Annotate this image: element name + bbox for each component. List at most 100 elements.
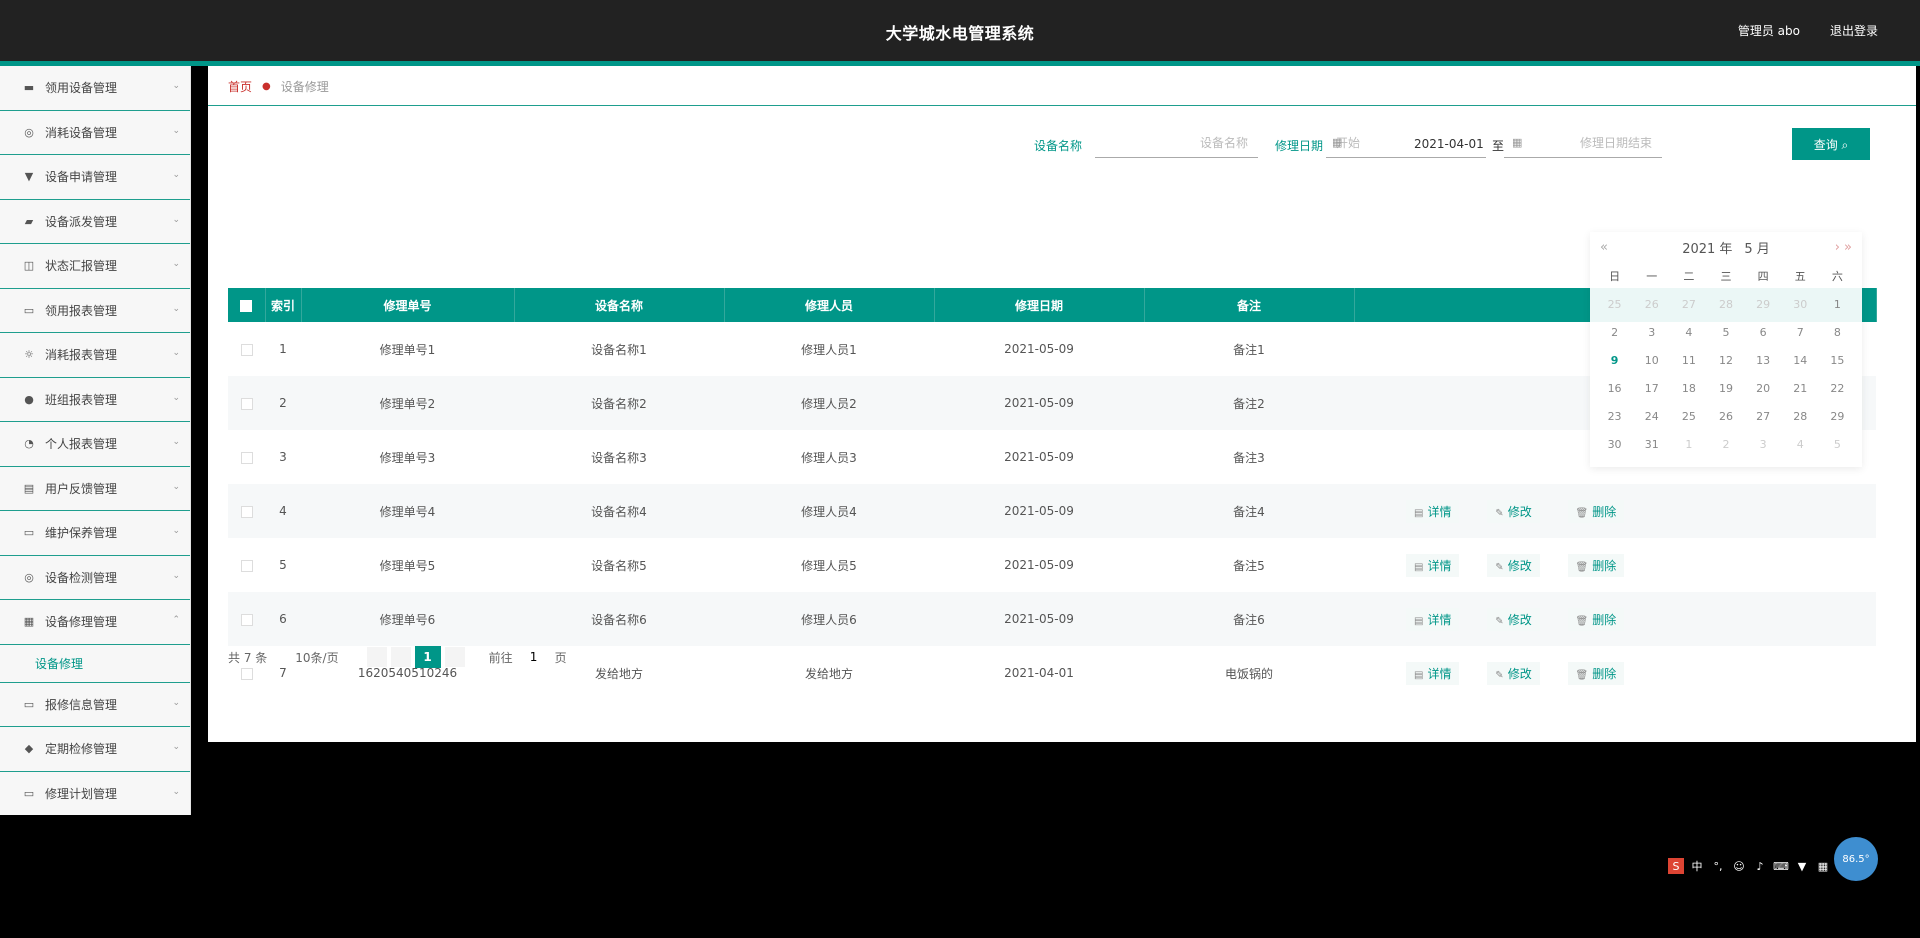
date-cell[interactable]: 19 xyxy=(1707,374,1744,402)
row-checkbox-cell[interactable] xyxy=(228,592,265,646)
date-cell[interactable]: 21 xyxy=(1782,374,1819,402)
date-cell[interactable]: 20 xyxy=(1745,374,1782,402)
date-cell[interactable]: 26 xyxy=(1633,290,1670,318)
date-cell[interactable]: 29 xyxy=(1819,402,1856,430)
date-cell[interactable]: 15 xyxy=(1819,346,1856,374)
row-checkbox-cell[interactable] xyxy=(228,376,265,430)
date-cell[interactable]: 25 xyxy=(1596,290,1633,318)
keyboard-icon[interactable]: ⌨ xyxy=(1773,858,1789,874)
date-cell[interactable]: 12 xyxy=(1707,346,1744,374)
grid-icon[interactable]: ▦ xyxy=(1815,858,1831,874)
row-checkbox[interactable] xyxy=(240,451,253,464)
prev-page-button[interactable] xyxy=(366,647,387,667)
sidebar-item[interactable]: ☼ 消耗报表管理 ⌄ xyxy=(0,333,190,378)
breadcrumb-home[interactable]: 首页 xyxy=(228,78,252,95)
date-cell[interactable]: 13 xyxy=(1745,346,1782,374)
date-cell[interactable]: 14 xyxy=(1782,346,1819,374)
row-checkbox[interactable] xyxy=(240,343,253,356)
date-cell[interactable]: 29 xyxy=(1745,290,1782,318)
page-1-button[interactable]: 1 xyxy=(414,646,441,668)
sidebar-item[interactable]: ▭ 维护保养管理 ⌄ xyxy=(0,511,190,556)
row-checkbox[interactable] xyxy=(240,397,253,410)
sidebar-item[interactable]: ▰ 设备派发管理 ⌄ xyxy=(0,200,190,244)
date-cell[interactable]: 24 xyxy=(1633,402,1670,430)
month-label[interactable]: 5 月 xyxy=(1744,238,1769,257)
edit-button[interactable]: ✎ 修改 xyxy=(1487,499,1540,523)
detail-button[interactable]: ▤ 详情 xyxy=(1406,499,1460,523)
date-cell[interactable]: 22 xyxy=(1819,374,1856,402)
date-cell[interactable]: 26 xyxy=(1707,402,1744,430)
goto-page-input[interactable] xyxy=(518,647,549,667)
row-checkbox[interactable] xyxy=(240,505,253,518)
sidebar-item[interactable]: ▭ 修理计划管理 ⌄ xyxy=(0,772,190,816)
mic-icon[interactable]: ♪ xyxy=(1752,858,1768,874)
date-cell[interactable]: 28 xyxy=(1782,402,1819,430)
date-cell[interactable]: 31 xyxy=(1633,430,1670,458)
edit-button[interactable]: ✎ 修改 xyxy=(1487,661,1540,685)
device-name-input[interactable] xyxy=(1095,128,1258,158)
date-cell[interactable]: 1 xyxy=(1819,290,1856,318)
detail-button[interactable]: ▤ 详情 xyxy=(1406,607,1460,631)
year-label[interactable]: 2021 年 xyxy=(1682,238,1732,257)
delete-button[interactable]: 🗑 删除 xyxy=(1567,499,1625,523)
ime-chinese-icon[interactable]: 中 xyxy=(1689,858,1705,874)
sidebar-item[interactable]: ▬ 领用设备管理 ⌄ xyxy=(0,66,190,111)
edit-button[interactable]: ✎ 修改 xyxy=(1487,553,1540,577)
select-all-cell[interactable] xyxy=(228,288,266,322)
ime-logo-icon[interactable]: S xyxy=(1668,858,1684,874)
row-checkbox-cell[interactable] xyxy=(228,322,265,376)
sidebar-item[interactable]: ◆ 定期检修管理 ⌄ xyxy=(0,727,190,772)
query-button[interactable]: 查询 ⌕ xyxy=(1792,128,1870,160)
row-checkbox[interactable] xyxy=(240,613,253,626)
delete-button[interactable]: 🗑 删除 xyxy=(1567,607,1625,631)
page-size-select[interactable]: 10条/页 xyxy=(295,649,338,666)
date-cell[interactable]: 16 xyxy=(1596,374,1633,402)
date-cell[interactable]: 23 xyxy=(1596,402,1633,430)
edit-button[interactable]: ✎ 修改 xyxy=(1487,607,1540,631)
punctuation-icon[interactable]: °, xyxy=(1710,858,1726,874)
date-cell[interactable]: 8 xyxy=(1819,318,1856,346)
logout-link[interactable]: 退出登录 xyxy=(1830,22,1878,39)
date-cell[interactable]: 2 xyxy=(1707,430,1744,458)
date-cell[interactable]: 4 xyxy=(1670,318,1707,346)
date-cell[interactable]: 5 xyxy=(1819,430,1856,458)
row-checkbox[interactable] xyxy=(240,667,253,680)
date-cell[interactable]: 27 xyxy=(1670,290,1707,318)
date-cell[interactable]: 11 xyxy=(1670,346,1707,374)
date-cell[interactable]: 30 xyxy=(1782,290,1819,318)
prev-year-button[interactable]: « xyxy=(1600,240,1608,255)
sidebar-item[interactable]: ◫ 状态汇报管理 ⌄ xyxy=(0,244,190,289)
date-cell[interactable]: 6 xyxy=(1745,318,1782,346)
row-checkbox-cell[interactable] xyxy=(228,538,265,592)
sidebar-item[interactable]: ▤ 用户反馈管理 ⌄ xyxy=(0,467,190,511)
next-page-button[interactable] xyxy=(444,647,465,667)
submenu-item-equipment-repair[interactable]: 设备修理 xyxy=(0,645,190,683)
sidebar-item[interactable]: ◎ 设备检测管理 ⌄ xyxy=(0,556,190,600)
date-cell[interactable]: 3 xyxy=(1745,430,1782,458)
date-cell[interactable]: 4 xyxy=(1782,430,1819,458)
row-checkbox-cell[interactable] xyxy=(228,484,265,538)
sidebar-item[interactable]: ◔ 个人报表管理 ⌄ xyxy=(0,422,190,467)
date-cell[interactable]: 1 xyxy=(1670,430,1707,458)
delete-button[interactable]: 🗑 删除 xyxy=(1567,661,1625,685)
detail-button[interactable]: ▤ 详情 xyxy=(1406,661,1460,685)
date-cell[interactable]: 25 xyxy=(1670,402,1707,430)
delete-button[interactable]: 🗑 删除 xyxy=(1567,553,1625,577)
sidebar-item[interactable]: ▼ 设备申请管理 ⌄ xyxy=(0,155,190,200)
date-cell[interactable]: 17 xyxy=(1633,374,1670,402)
date-cell[interactable]: 2 xyxy=(1596,318,1633,346)
shirt-icon[interactable]: ▼ xyxy=(1794,858,1810,874)
sidebar-item[interactable]: ● 班组报表管理 ⌄ xyxy=(0,378,190,422)
sidebar-item[interactable]: ▭ 领用报表管理 ⌄ xyxy=(0,289,190,333)
row-checkbox[interactable] xyxy=(240,559,253,572)
prev-page-button-2[interactable] xyxy=(390,647,411,667)
row-checkbox-cell[interactable] xyxy=(228,430,265,484)
date-cell[interactable]: 5 xyxy=(1707,318,1744,346)
emoji-icon[interactable]: ☺ xyxy=(1731,858,1747,874)
date-cell[interactable]: 3 xyxy=(1633,318,1670,346)
date-end-input[interactable] xyxy=(1504,128,1662,158)
date-cell[interactable]: 9 xyxy=(1596,346,1633,374)
select-all-checkbox[interactable] xyxy=(240,299,253,312)
date-cell[interactable]: 7 xyxy=(1782,318,1819,346)
sidebar-item[interactable]: ▭ 报修信息管理 ⌄ xyxy=(0,683,190,727)
